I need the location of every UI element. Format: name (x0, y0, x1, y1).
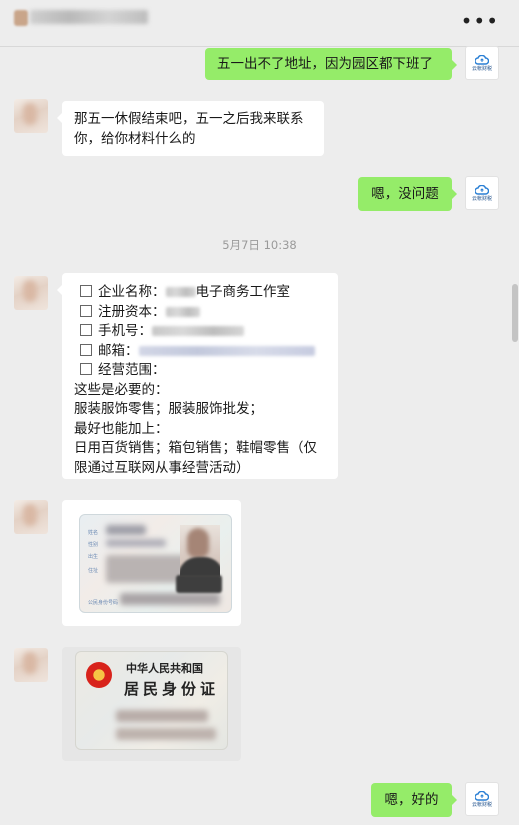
photo-head (187, 528, 209, 558)
checkbox-icon (80, 285, 92, 297)
body-line: 服装服饰零售；服装服饰批发； (74, 401, 263, 417)
message-timestamp: 5月7日 10:38 (222, 238, 297, 252)
redacted-name (106, 525, 146, 535)
info-line-company: 企业名称： 电子商务工作室 (74, 282, 326, 302)
avatar-logo-text: 云帐财税 (471, 65, 492, 72)
info-label: 经营范围： (98, 362, 166, 378)
message-text: 嗯，好的 (384, 792, 439, 808)
info-label: 企业名称： (98, 284, 166, 300)
info-label: 注册资本： (98, 303, 166, 320)
message-bubble-received[interactable]: 那五一休假结束吧，五一之后我来联系你，给你材料什么的 (57, 101, 324, 156)
chat-header: ••• (0, 0, 519, 47)
more-options-icon[interactable]: ••• (461, 11, 499, 31)
field-label-decor: 住址 (88, 568, 99, 574)
body-line: 限通过互联网从事经营活动） (74, 459, 250, 476)
redacted-id-number (120, 593, 220, 605)
redacted-validity (116, 728, 216, 740)
redacted-info (106, 539, 166, 547)
message-text: 五一出不了地址，因为园区都下班了 (217, 56, 433, 72)
message-bubble-sent[interactable]: 五一出不了地址，因为园区都下班了 (205, 48, 457, 80)
field-label-decor: 出生 (88, 554, 99, 560)
contact-avatar[interactable] (14, 500, 48, 534)
redacted-text (165, 306, 200, 317)
scrollbar-thumb[interactable] (512, 284, 518, 342)
redacted-text (138, 345, 315, 356)
contact-avatar[interactable] (14, 276, 48, 310)
message-text: 那五一休假结束吧，五一之后我来联系你，给你材料什么的 (74, 111, 304, 147)
info-line-phone: 手机号： (74, 321, 326, 341)
cloud-logo-icon (475, 184, 489, 195)
field-label-decor: 公民身份号码 (88, 600, 119, 606)
id-card-front-image: 姓名 性别 出生 住址 公民身份号码 (79, 514, 232, 613)
info-line-capital: 注册资本： (74, 302, 326, 322)
contact-avatar[interactable] (14, 99, 48, 133)
my-avatar[interactable]: 云帐财税 (465, 46, 499, 80)
body-line: 这些是必要的： (74, 381, 169, 398)
image-message-id-back[interactable]: 中华人民共和国 居民身份证 (62, 647, 241, 761)
field-label-decor: 姓名 (88, 530, 99, 536)
checkbox-icon (80, 304, 92, 317)
national-emblem-icon (86, 662, 112, 688)
my-avatar[interactable]: 云帐财税 (465, 782, 499, 816)
redacted-text (152, 326, 244, 336)
field-label-decor: 性别 (88, 542, 99, 548)
info-value: 电子商务工作室 (195, 284, 291, 300)
chat-title-redacted (30, 10, 148, 24)
id-card-country-title: 中华人民共和国 (126, 662, 203, 675)
redacted-authority (116, 710, 208, 722)
contact-avatar-small (14, 10, 28, 26)
info-label: 手机号： (98, 323, 152, 339)
id-card-doc-title: 居民身份证 (124, 680, 220, 698)
info-line-email: 邮箱： (74, 341, 326, 361)
message-bubble-sent[interactable]: 嗯，好的 (371, 783, 457, 817)
contact-avatar[interactable] (14, 648, 48, 682)
redacted-text (165, 287, 196, 297)
checkbox-icon (80, 363, 92, 375)
avatar-logo-text: 云帐财税 (471, 195, 492, 202)
my-avatar[interactable]: 云帐财税 (465, 176, 499, 210)
id-photo (180, 525, 220, 577)
message-text: 嗯，没问题 (371, 186, 439, 202)
avatar-logo-text: 云帐财税 (471, 801, 492, 808)
body-line: 日用百货销售；箱包销售；鞋帽零售（仅 (74, 440, 317, 456)
image-message-id-front[interactable]: 姓名 性别 出生 住址 公民身份号码 (62, 500, 241, 626)
cloud-logo-icon (475, 790, 489, 801)
checkbox-icon (80, 324, 92, 336)
id-card-back-image: 中华人民共和国 居民身份证 (75, 651, 228, 750)
checkbox-icon (80, 343, 92, 356)
info-label: 邮箱： (98, 342, 139, 359)
info-line-scope: 经营范围： (74, 360, 326, 380)
cloud-logo-icon (475, 54, 489, 65)
message-bubble-received[interactable]: 企业名称： 电子商务工作室 注册资本： 手机号： 邮箱： 经营范围： 这些是必要的… (57, 273, 338, 479)
photo-body (180, 557, 220, 577)
redacted-photo-strip (176, 575, 222, 593)
message-bubble-sent[interactable]: 嗯，没问题 (358, 177, 457, 211)
body-line: 最好也能加上： (74, 420, 169, 437)
